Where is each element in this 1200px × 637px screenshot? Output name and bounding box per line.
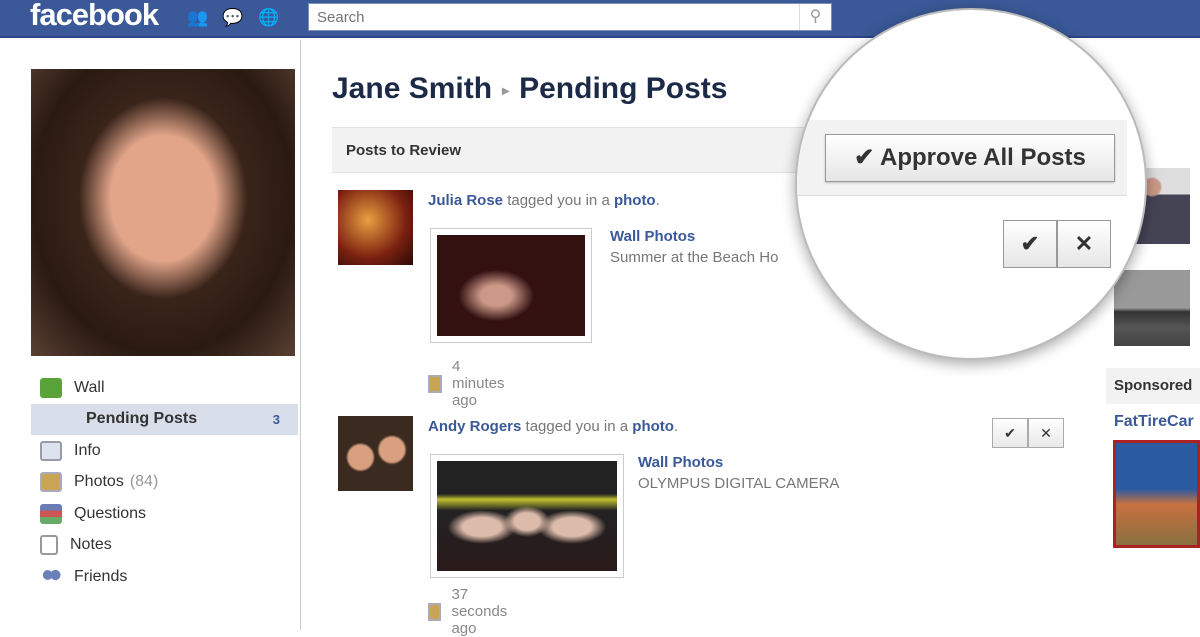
sidebar-item-info[interactable]: Info <box>0 435 300 467</box>
timestamp[interactable]: 37 seconds ago <box>451 586 513 637</box>
story-text: tagged you in a <box>521 418 633 435</box>
reject-post-button[interactable]: ✕ <box>1057 220 1111 268</box>
ad-title-link[interactable]: FatTireCar <box>1114 413 1194 431</box>
author-link[interactable]: Andy Rogers <box>428 418 521 435</box>
story-period: . <box>673 418 679 435</box>
photo-caption: Summer at the Beach Ho <box>610 249 779 266</box>
sidebar-item-label: Photos <box>74 473 124 491</box>
approve-all-label: Approve All Posts <box>880 144 1086 171</box>
magnifier-callout: ✔ Approve All Posts ✔ ✕ <box>795 8 1147 360</box>
reject-post-button[interactable]: ✕ <box>1028 418 1064 448</box>
approve-all-posts-button[interactable]: ✔ Approve All Posts <box>825 134 1115 182</box>
pending-count: 3 <box>272 411 280 427</box>
post-time: 4 minutes ago <box>428 358 511 409</box>
facebook-logo[interactable]: facebook <box>30 0 159 33</box>
tagged-photo[interactable] <box>430 454 624 578</box>
author-link[interactable]: Julia Rose <box>428 192 503 209</box>
sidebar-item-pending-posts[interactable]: Pending Posts 3 <box>31 403 298 435</box>
search-box: ⚲ <box>308 3 832 31</box>
sidebar-item-notes[interactable]: Notes <box>0 530 300 562</box>
sidebar-item-label: Notes <box>70 536 112 554</box>
post-actions: ✔ ✕ <box>992 418 1064 448</box>
post-time: 37 seconds ago <box>428 586 514 637</box>
search-icon[interactable]: ⚲ <box>799 4 831 30</box>
search-input[interactable] <box>309 4 789 30</box>
check-icon: ✔ <box>854 144 875 171</box>
info-icon <box>40 440 62 461</box>
album-link[interactable]: Wall Photos <box>610 228 778 245</box>
sponsored-header: Sponsored <box>1106 368 1200 404</box>
friend-requests-icon[interactable]: 👥 <box>187 8 208 28</box>
breadcrumb-separator: ▸ <box>502 81 510 98</box>
photo-icon <box>428 602 442 621</box>
timestamp[interactable]: 4 minutes ago <box>452 358 511 409</box>
sidebar-item-label: Info <box>74 441 101 459</box>
sidebar: Wall Pending Posts 3 Info Photos (84) Ques… <box>0 372 300 593</box>
sidebar-item-photos[interactable]: Photos (84) <box>0 467 300 499</box>
breadcrumb-profile[interactable]: Jane Smith <box>332 72 492 105</box>
author-avatar[interactable] <box>338 190 413 265</box>
profile-picture[interactable] <box>31 69 295 356</box>
post-story: Andy Rogers tagged you in a photo. <box>428 418 678 435</box>
story-text: tagged you in a <box>503 192 614 209</box>
notes-icon <box>40 535 58 556</box>
photos-icon <box>40 472 62 493</box>
sidebar-item-wall[interactable]: Wall <box>0 372 300 404</box>
sidebar-item-label: Pending Posts <box>86 410 198 428</box>
breadcrumb-current: Pending Posts <box>519 72 728 105</box>
photo-caption: OLYMPUS DIGITAL CAMERA <box>638 475 840 492</box>
author-avatar[interactable] <box>338 416 413 491</box>
approve-post-button[interactable]: ✔ <box>1003 220 1057 268</box>
approve-post-button[interactable]: ✔ <box>992 418 1028 448</box>
tagged-photo[interactable] <box>430 228 592 343</box>
friends-icon <box>40 566 62 587</box>
ad-image[interactable] <box>1113 440 1200 548</box>
sidebar-item-friends[interactable]: Friends <box>0 561 300 593</box>
wall-icon <box>40 377 62 398</box>
album-info: Wall Photos OLYMPUS DIGITAL CAMERA <box>638 454 839 492</box>
sidebar-item-label: Wall <box>74 378 105 396</box>
photo-icon <box>428 374 442 393</box>
column-divider <box>300 40 301 630</box>
sidebar-item-questions[interactable]: Questions <box>0 498 300 530</box>
magnified-post-actions: ✔ ✕ <box>1003 220 1111 268</box>
album-info: Wall Photos Summer at the Beach Ho <box>610 228 778 266</box>
page-title: Jane Smith ▸ Pending Posts <box>332 72 727 106</box>
photo-link[interactable]: photo <box>614 192 656 209</box>
sidebar-item-label: Friends <box>74 567 128 585</box>
story-period: . <box>655 192 660 209</box>
post-story: Julia Rose tagged you in a photo. <box>428 192 660 209</box>
photo-link[interactable]: photo <box>632 418 674 435</box>
notifications-globe-icon[interactable]: 🌐 <box>258 8 279 28</box>
photo-thumbnail[interactable] <box>1114 270 1190 346</box>
messages-icon[interactable]: 💬 <box>222 8 243 28</box>
sidebar-item-label: Questions <box>74 504 147 522</box>
photos-count: (84) <box>129 473 159 491</box>
questions-icon <box>40 503 62 524</box>
album-link[interactable]: Wall Photos <box>638 454 839 471</box>
